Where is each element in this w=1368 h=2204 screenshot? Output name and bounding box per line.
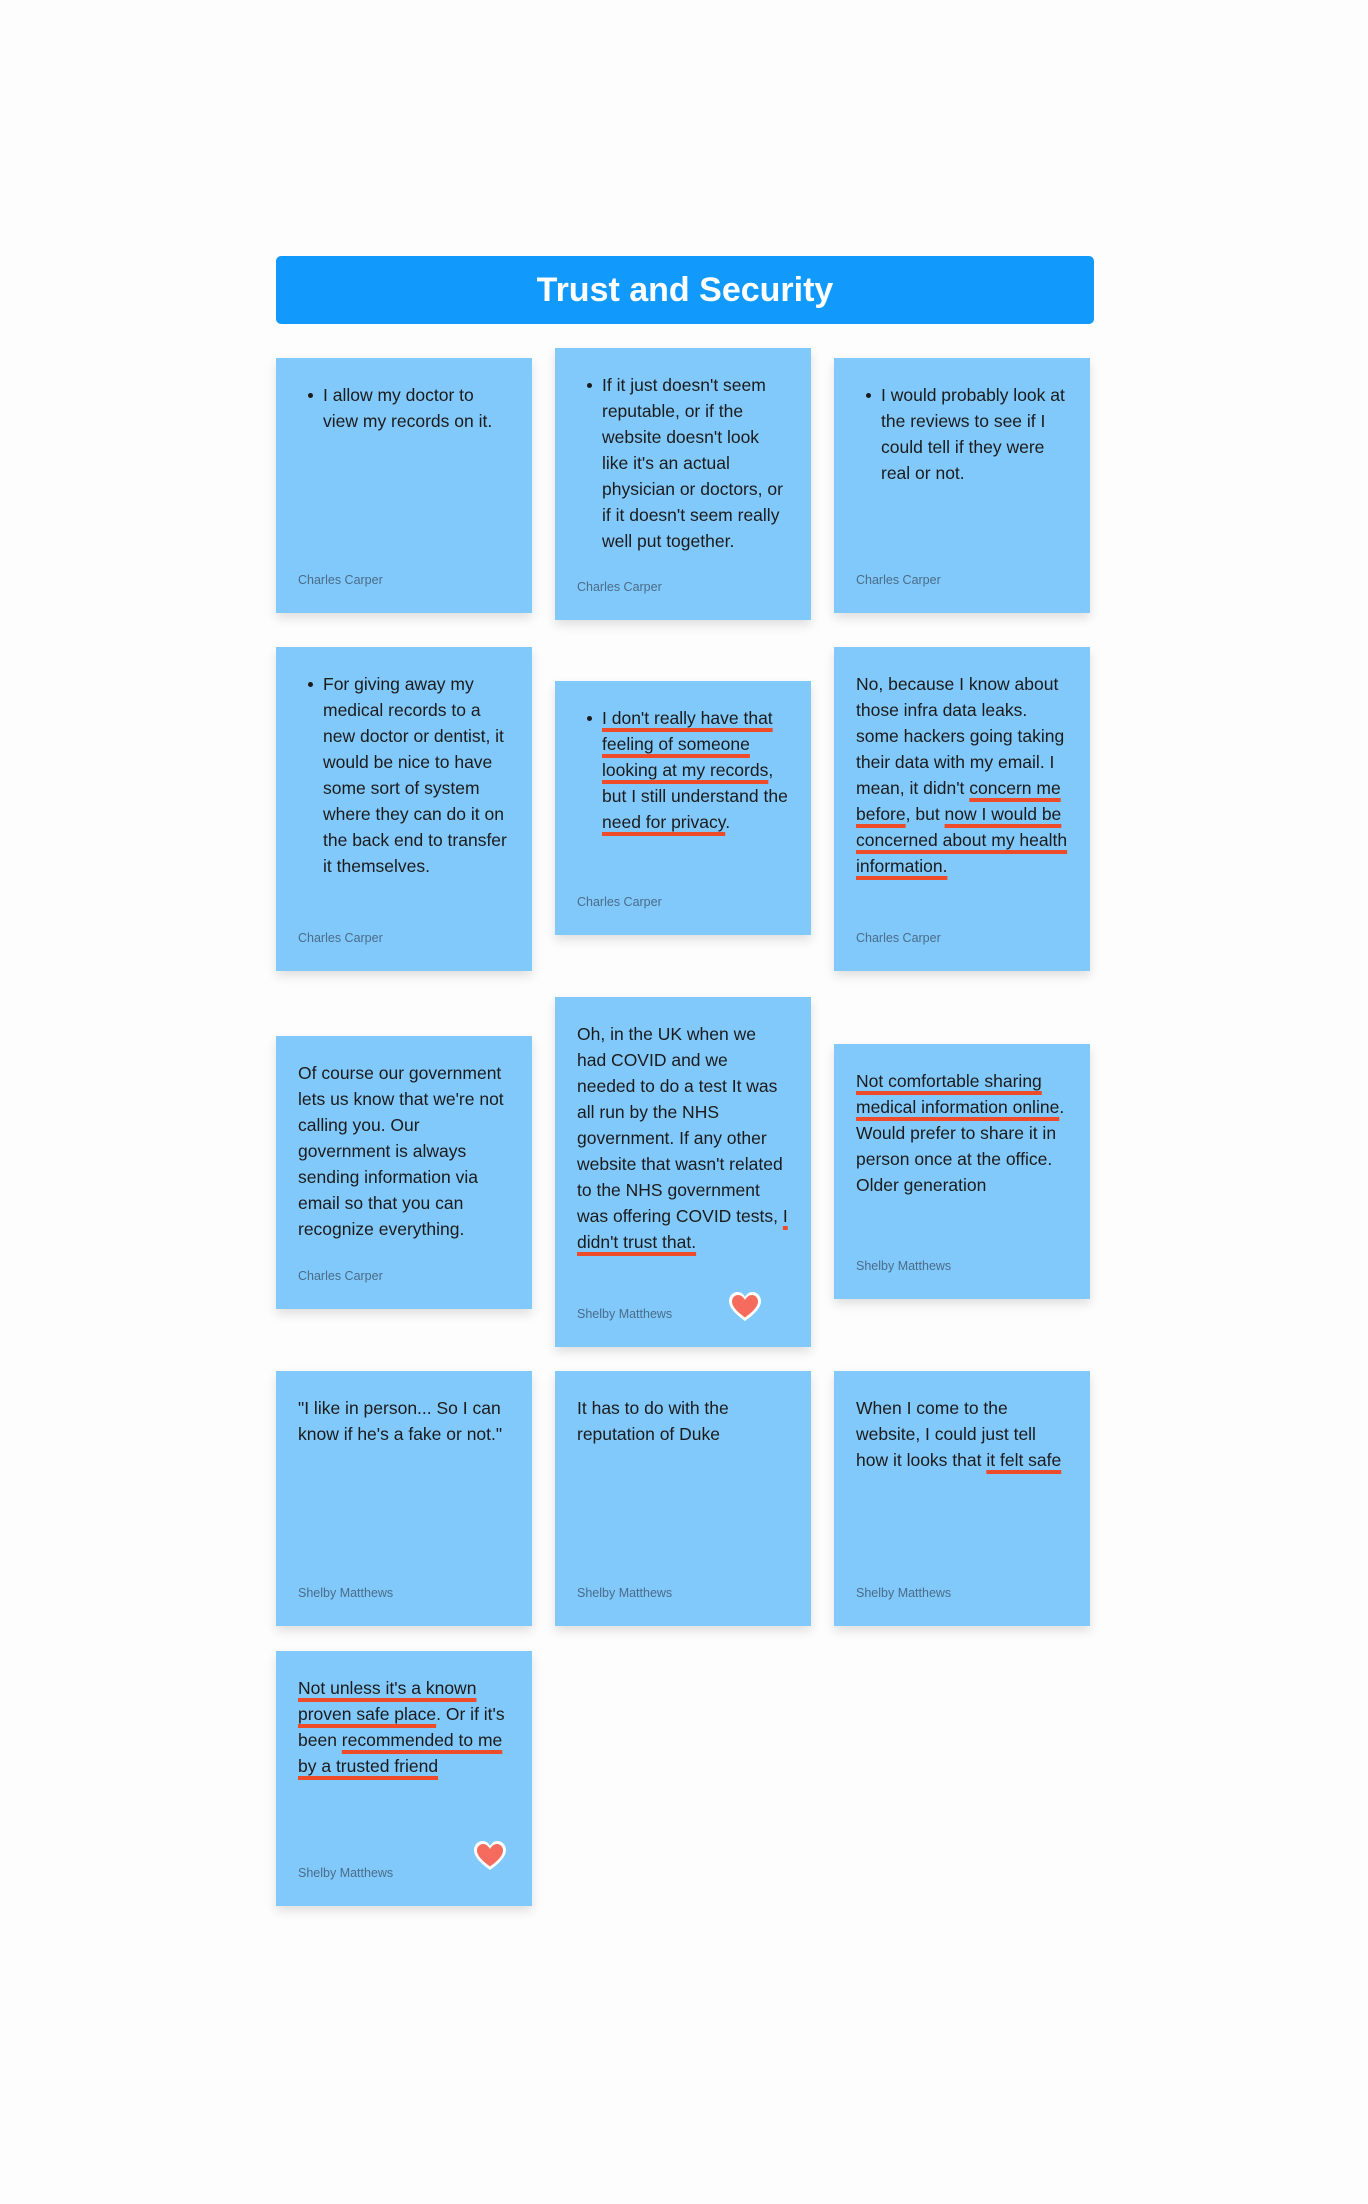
- note-text: Not unless it's a known proven safe plac…: [298, 1675, 510, 1779]
- note-text: I don't really have that feeling of some…: [577, 705, 789, 835]
- note-text: No, because I know about those infra dat…: [856, 671, 1074, 879]
- sticky-note[interactable]: I allow my doctor to view my records on …: [276, 358, 532, 613]
- highlighted-phrase: need for privacy: [602, 812, 726, 832]
- note-text-segment: I allow my doctor to view my records on …: [323, 385, 493, 431]
- note-text: "I like in person... So I can know if he…: [298, 1395, 510, 1447]
- sticky-note[interactable]: Not unless it's a known proven safe plac…: [276, 1651, 532, 1906]
- note-author: Shelby Matthews: [856, 1586, 952, 1600]
- note-text-segment: "I like in person... So I can know if he…: [298, 1398, 503, 1444]
- note-text-segment: Of course our government lets us know th…: [298, 1063, 504, 1239]
- sticky-note[interactable]: Not comfortable sharing medical informat…: [834, 1044, 1090, 1299]
- note-text: When I come to the website, I could just…: [856, 1395, 1068, 1473]
- note-author: Shelby Matthews: [577, 1307, 673, 1321]
- note-text-segment: If it just doesn't seem reputable, or if…: [602, 375, 783, 551]
- sticky-note[interactable]: Oh, in the UK when we had COVID and we n…: [555, 997, 811, 1347]
- highlighted-phrase: I don't really have that feeling of some…: [602, 708, 773, 780]
- note-author: Charles Carper: [298, 573, 383, 587]
- highlighted-phrase: it felt safe: [986, 1450, 1062, 1470]
- sticky-note[interactable]: I would probably look at the reviews to …: [834, 358, 1090, 613]
- note-text: If it just doesn't seem reputable, or if…: [577, 372, 789, 554]
- sticky-note[interactable]: For giving away my medical records to a …: [276, 647, 532, 971]
- note-text-segment: I would probably look at the reviews to …: [881, 385, 1065, 483]
- note-author: Charles Carper: [298, 1269, 383, 1283]
- note-text-segment: For giving away my medical records to a …: [323, 674, 507, 876]
- sticky-note[interactable]: I don't really have that feeling of some…: [555, 681, 811, 935]
- heart-icon[interactable]: [472, 1839, 508, 1873]
- note-author: Shelby Matthews: [856, 1259, 952, 1273]
- sticky-note[interactable]: Of course our government lets us know th…: [276, 1036, 532, 1309]
- note-author: Charles Carper: [856, 573, 941, 587]
- note-text: I allow my doctor to view my records on …: [298, 382, 510, 434]
- note-author: Charles Carper: [856, 931, 941, 945]
- sticky-note[interactable]: "I like in person... So I can know if he…: [276, 1371, 532, 1626]
- sticky-note[interactable]: It has to do with the reputation of Duke…: [555, 1371, 811, 1626]
- note-text-segment: Oh, in the UK when we had COVID and we n…: [577, 1024, 783, 1226]
- note-text: Not comfortable sharing medical informat…: [856, 1068, 1068, 1198]
- note-author: Charles Carper: [577, 580, 662, 594]
- note-author: Charles Carper: [577, 895, 662, 909]
- sticky-note[interactable]: If it just doesn't seem reputable, or if…: [555, 348, 811, 620]
- note-author: Charles Carper: [298, 931, 383, 945]
- note-text-segment: , but: [905, 804, 945, 824]
- highlighted-phrase: Not comfortable sharing medical informat…: [856, 1071, 1060, 1117]
- note-author: Shelby Matthews: [298, 1866, 394, 1880]
- note-text: I would probably look at the reviews to …: [856, 382, 1068, 486]
- heart-icon[interactable]: [727, 1290, 763, 1324]
- board-title: Trust and Security: [276, 256, 1094, 324]
- sticky-note[interactable]: When I come to the website, I could just…: [834, 1371, 1090, 1626]
- note-author: Shelby Matthews: [298, 1586, 394, 1600]
- note-text: Of course our government lets us know th…: [298, 1060, 510, 1242]
- note-text: For giving away my medical records to a …: [298, 671, 510, 879]
- note-author: Shelby Matthews: [577, 1586, 673, 1600]
- note-text-segment: .: [725, 812, 731, 832]
- note-text: It has to do with the reputation of Duke: [577, 1395, 789, 1447]
- note-text-segment: It has to do with the reputation of Duke: [577, 1398, 729, 1444]
- sticky-note[interactable]: No, because I know about those infra dat…: [834, 647, 1090, 971]
- note-text: Oh, in the UK when we had COVID and we n…: [577, 1021, 789, 1255]
